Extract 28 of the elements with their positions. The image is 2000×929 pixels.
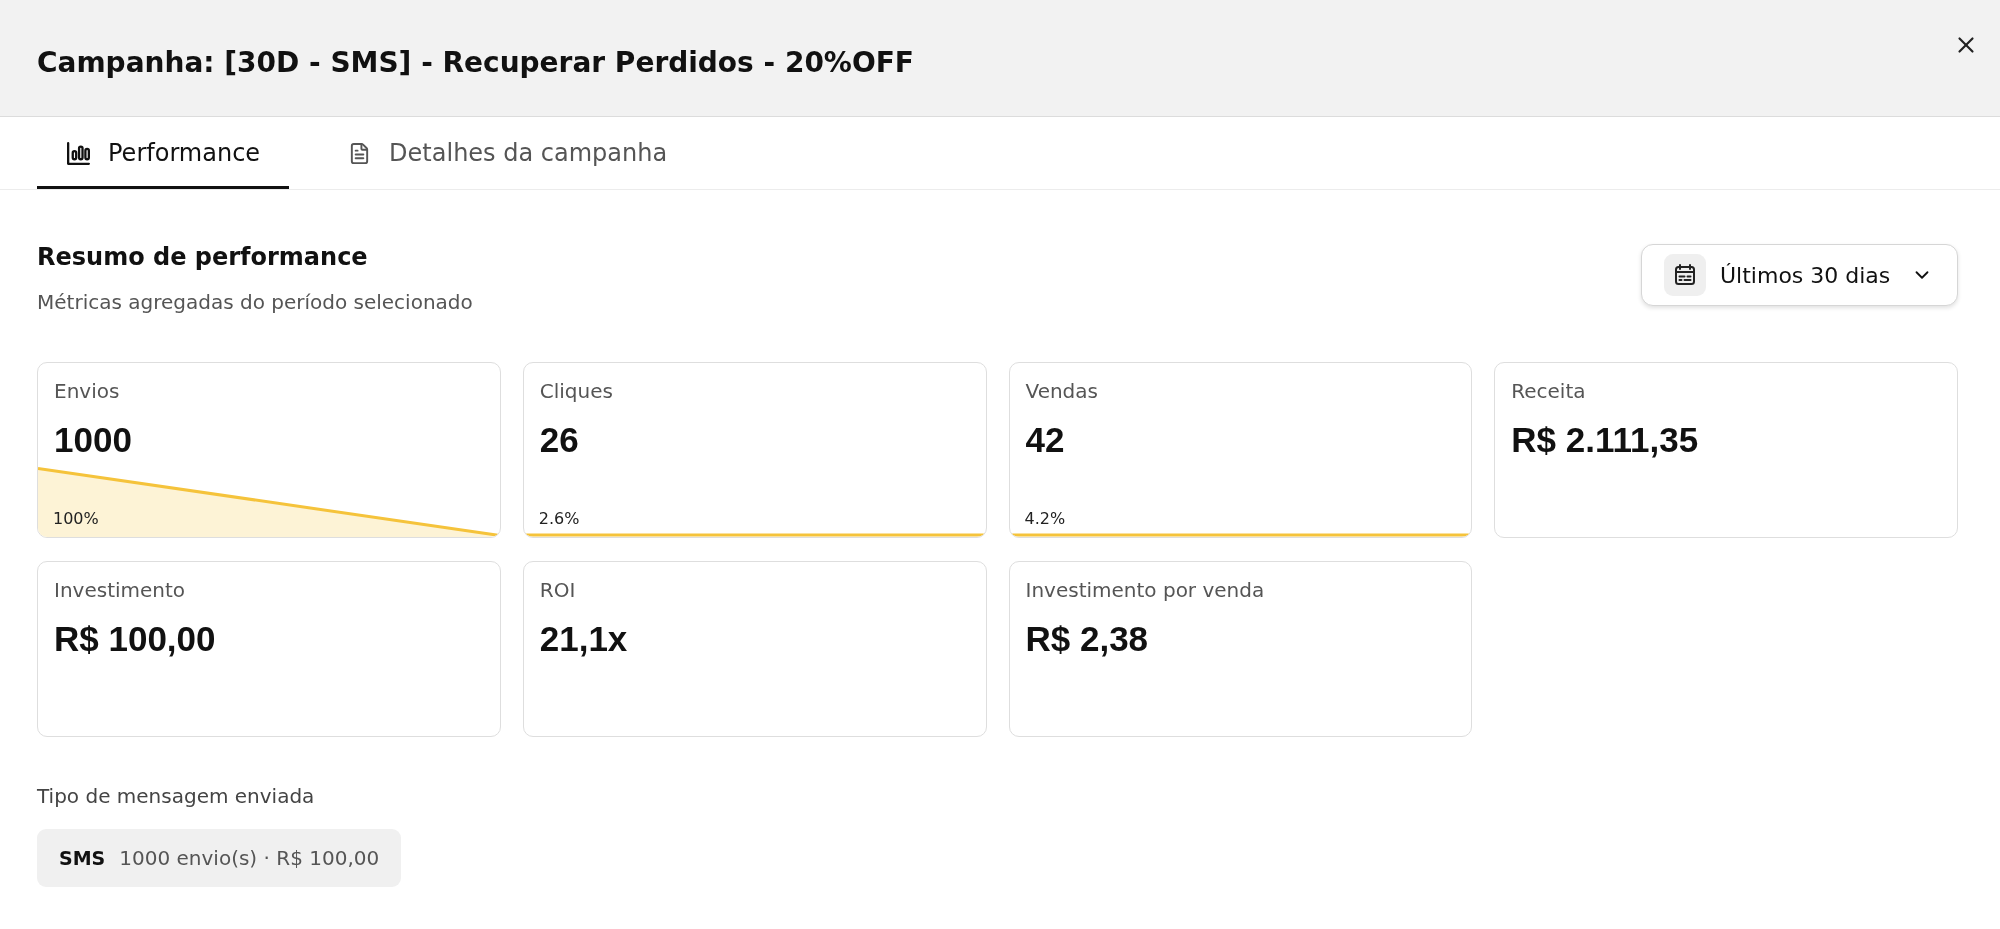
- metric-value: 26: [539, 420, 580, 460]
- tab[interactable]: Detalhes da campanha: [318, 117, 697, 189]
- metric-label: Vendas: [1025, 379, 1099, 403]
- channel-summary: 1000 envio(s) · R$ 100,00: [119, 846, 380, 870]
- period-dropdown[interactable]: Últimos 30 dias: [1641, 244, 1958, 306]
- conversion-percentage: 100%: [53, 509, 99, 529]
- metric-value: 21,1x: [539, 619, 629, 659]
- metric-label: Envios: [54, 379, 121, 403]
- metric-label: Cliques: [539, 379, 614, 403]
- calendar-icon: [1664, 254, 1706, 296]
- metric-value: 42: [1025, 420, 1066, 460]
- tab[interactable]: Performance: [37, 117, 290, 189]
- metric-label: ROI: [539, 578, 577, 602]
- conversion-percentage: 2.6%: [538, 509, 580, 529]
- metric-value: R$ 2,38: [1025, 619, 1150, 659]
- metric-value: 1000: [54, 420, 133, 460]
- metric-value: R$ 100,00: [54, 619, 217, 659]
- conversion-percentage: 4.2%: [1024, 509, 1066, 529]
- dialog-title: Campanha: [30D - SMS] - Recuperar Perdidos - 20%OFF: [37, 47, 914, 79]
- message-type-title: Tipo de mensagem enviada: [37, 784, 316, 808]
- metric-value: R$ 2.111,35: [1511, 420, 1700, 460]
- section-title: Resumo de performance: [37, 242, 369, 272]
- metric-label: Investimento: [54, 578, 187, 602]
- section-subtitle: Métricas agregadas do período selecionado: [37, 290, 473, 314]
- metric-label: Investimento por venda: [1025, 578, 1266, 602]
- channel-label: SMS: [59, 847, 106, 869]
- bar-chart-icon: [67, 141, 90, 165]
- metric-label: Receita: [1511, 379, 1587, 403]
